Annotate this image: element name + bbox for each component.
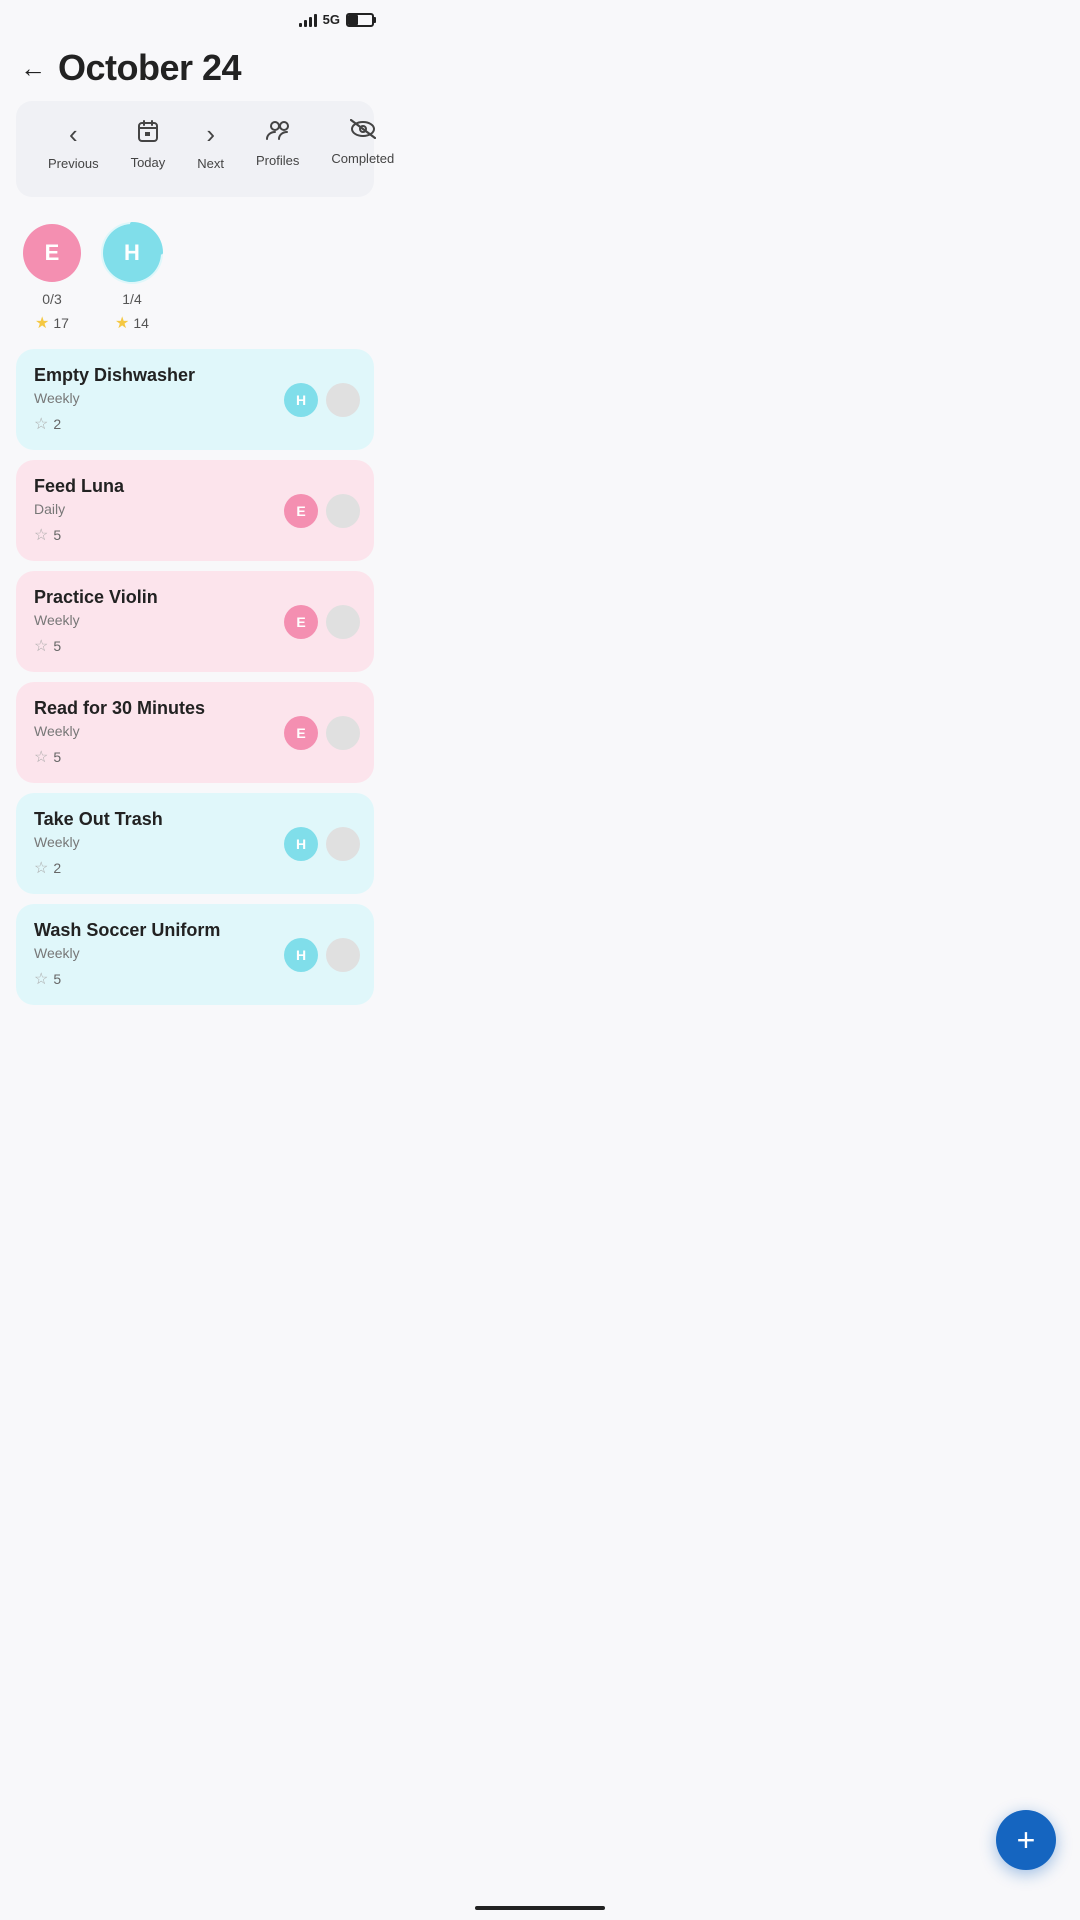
profile-h-avatar: H [103,224,161,282]
task-card[interactable]: Practice Violin Weekly ☆ 5 E [16,571,374,672]
tasks-list: Empty Dishwasher Weekly ☆ 2 H Feed Luna … [0,349,390,1105]
task-right: E [284,605,360,639]
task-points-row: ☆ 5 [34,636,356,656]
toolbar-today[interactable]: Today [115,109,182,180]
task-right: H [284,827,360,861]
profile-e-avatar: E [23,224,81,282]
toolbar-completed-label: Completed [331,151,394,166]
profile-h-stars: ★ 14 [115,313,149,333]
back-button[interactable]: ← [20,53,46,84]
task-toggle-button[interactable] [326,605,360,639]
task-card[interactable]: Empty Dishwasher Weekly ☆ 2 H [16,349,374,450]
star-outline-icon: ☆ [34,969,48,989]
star-icon: ★ [35,313,49,333]
task-card[interactable]: Take Out Trash Weekly ☆ 2 H [16,793,374,894]
signal-icon [299,13,317,27]
page-title: October 24 [58,47,241,89]
task-points-row: ☆ 5 [34,747,356,767]
completed-icon [350,119,376,145]
task-assignee-avatar: H [284,827,318,861]
task-points: 5 [53,971,61,987]
task-right: E [284,716,360,750]
star-outline-icon: ☆ [34,525,48,545]
star-outline-icon: ☆ [34,747,48,767]
task-points: 5 [53,527,61,543]
toolbar: ‹ Previous Today › Next Profiles [16,101,374,197]
star-outline-icon: ☆ [34,414,48,434]
toolbar-next-label: Next [197,156,224,171]
task-points: 5 [53,638,61,654]
profile-e-avatar-wrapper: E [20,221,84,285]
profile-h-score: 1/4 [122,291,141,307]
battery-icon [346,13,374,27]
profile-h-avatar-wrapper: H [100,221,164,285]
task-assignee-avatar: E [284,605,318,639]
star-icon: ★ [115,313,129,333]
task-right: H [284,938,360,972]
task-toggle-button[interactable] [326,827,360,861]
task-assignee-avatar: H [284,938,318,972]
home-indicator [475,1906,605,1910]
task-right: H [284,383,360,417]
profile-e-score: 0/3 [42,291,61,307]
toolbar-completed[interactable]: Completed [315,109,410,176]
toolbar-previous[interactable]: ‹ Previous [32,109,115,181]
previous-icon: ‹ [69,119,78,150]
task-points: 2 [53,416,61,432]
task-card[interactable]: Feed Luna Daily ☆ 5 E [16,460,374,561]
task-points-row: ☆ 5 [34,525,356,545]
task-card[interactable]: Wash Soccer Uniform Weekly ☆ 5 H [16,904,374,1005]
task-assignee-avatar: E [284,494,318,528]
calendar-icon [136,119,160,149]
toolbar-previous-label: Previous [48,156,99,171]
profiles-section: E 0/3 ★ 17 H 1/4 ★ 14 [0,213,390,349]
task-points-row: ☆ 2 [34,858,356,878]
task-points: 5 [53,749,61,765]
task-toggle-button[interactable] [326,716,360,750]
task-right: E [284,494,360,528]
task-points-row: ☆ 5 [34,969,356,989]
profile-e-stars: ★ 17 [35,313,69,333]
next-icon: › [206,119,215,150]
task-toggle-button[interactable] [326,938,360,972]
star-outline-icon: ☆ [34,858,48,878]
toolbar-today-label: Today [131,155,166,170]
status-bar: 5G [0,0,390,31]
network-label: 5G [323,12,340,27]
toolbar-next[interactable]: › Next [181,109,240,181]
task-assignee-avatar: E [284,716,318,750]
header: ← October 24 [0,31,390,101]
task-card[interactable]: Read for 30 Minutes Weekly ☆ 5 E [16,682,374,783]
task-toggle-button[interactable] [326,383,360,417]
add-task-button[interactable]: + [996,1810,1056,1870]
profile-e[interactable]: E 0/3 ★ 17 [20,221,84,333]
task-assignee-avatar: H [284,383,318,417]
task-points-row: ☆ 2 [34,414,356,434]
profiles-icon [265,119,291,147]
task-points: 2 [53,860,61,876]
profile-h[interactable]: H 1/4 ★ 14 [100,221,164,333]
task-toggle-button[interactable] [326,494,360,528]
toolbar-profiles-label: Profiles [256,153,299,168]
toolbar-profiles[interactable]: Profiles [240,109,315,178]
star-outline-icon: ☆ [34,636,48,656]
